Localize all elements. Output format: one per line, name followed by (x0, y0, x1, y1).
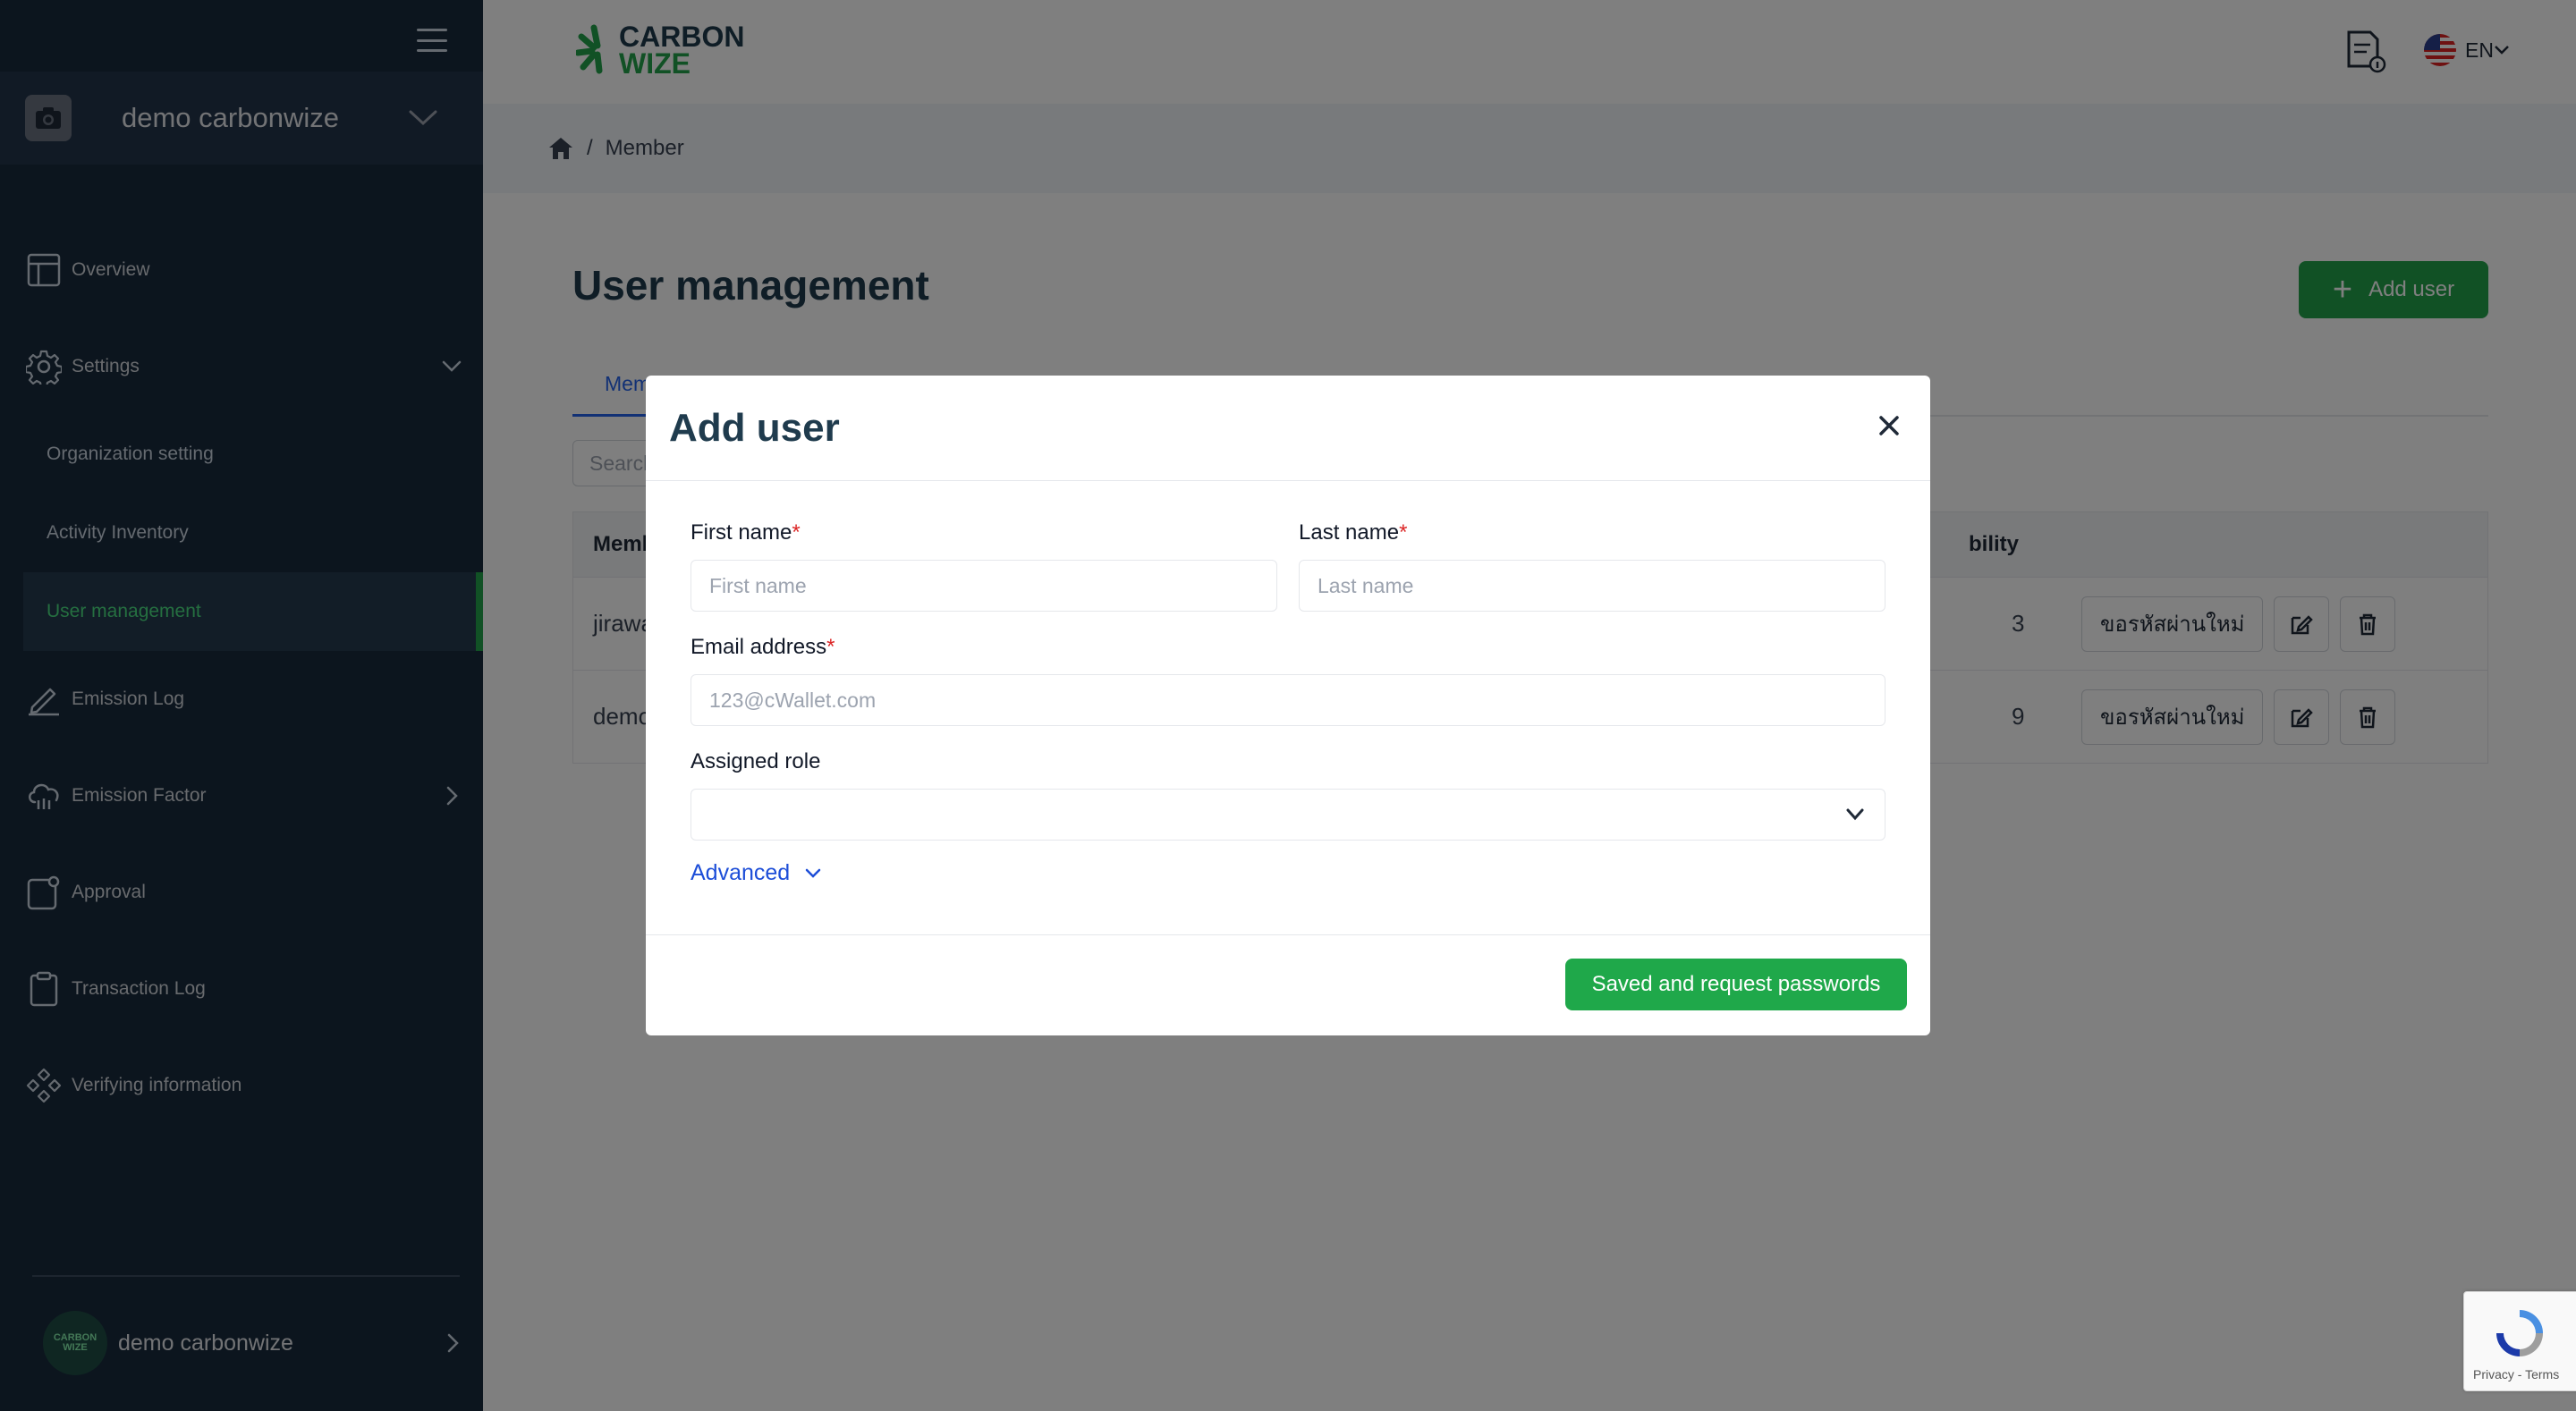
advanced-label: Advanced (691, 860, 791, 885)
chevron-down-icon (1846, 808, 1864, 821)
modal-header: Add user (646, 376, 1930, 481)
first-name-label-text: First name (691, 520, 792, 545)
first-name-field[interactable]: First name (691, 560, 1277, 612)
recaptcha-badge[interactable]: Privacy - Terms (2463, 1291, 2576, 1391)
recaptcha-icon (2496, 1310, 2543, 1356)
recaptcha-links[interactable]: Privacy - Terms (2473, 1367, 2559, 1381)
email-label-text: Email address (691, 635, 827, 659)
last-name-placeholder: Last name (1318, 573, 1414, 597)
last-name-label-text: Last name (1299, 520, 1400, 545)
first-name-placeholder: First name (709, 573, 807, 597)
first-name-label: First name* (691, 520, 801, 545)
email-field[interactable]: 123@cWallet.com (691, 674, 1885, 726)
chevron-down-icon (805, 868, 821, 878)
assigned-role-label: Assigned role (691, 749, 821, 773)
email-label: Email address* (691, 635, 835, 660)
last-name-label: Last name* (1299, 520, 1407, 545)
email-placeholder: 123@cWallet.com (709, 688, 877, 712)
close-icon[interactable] (1871, 408, 1907, 444)
assigned-role-select[interactable] (691, 789, 1885, 841)
add-user-modal: Add user First name* First name Last nam… (646, 376, 1930, 1035)
required-mark: * (1399, 520, 1408, 545)
required-mark: * (792, 520, 801, 545)
advanced-toggle[interactable]: Advanced (691, 860, 822, 886)
modal-title: Add user (669, 405, 840, 450)
required-mark: * (826, 635, 835, 659)
save-and-request-passwords-button[interactable]: Saved and request passwords (1565, 959, 1907, 1010)
modal-footer: Saved and request passwords (646, 935, 1930, 1035)
modal-body: First name* First name Last name* Last n… (646, 481, 1930, 935)
last-name-field[interactable]: Last name (1299, 560, 1885, 612)
